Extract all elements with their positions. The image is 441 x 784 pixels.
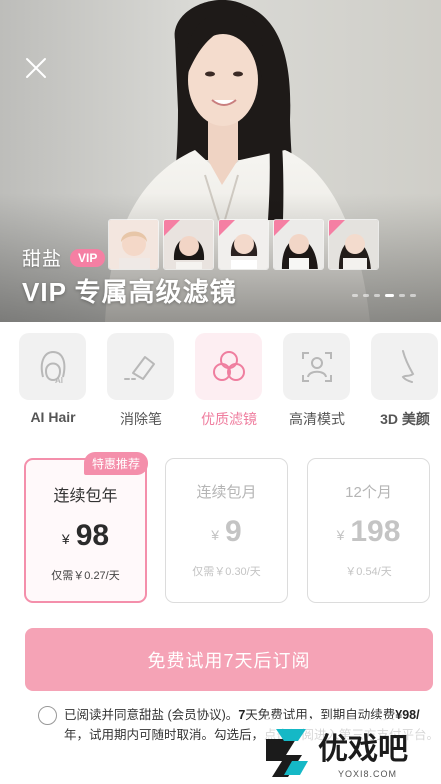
hero-title: VIP 专属高级滤镜: [22, 277, 237, 307]
price-amount: 9: [225, 515, 242, 548]
price-per-day: 仅需￥0.30/天: [192, 566, 261, 578]
subscribe-button[interactable]: 免费试用7天后订阅: [25, 628, 433, 691]
promo-tag: 特惠推荐: [84, 452, 149, 475]
close-icon[interactable]: [22, 54, 50, 82]
currency-symbol: ¥: [61, 531, 70, 547]
filter-thumbnail[interactable]: [328, 219, 379, 270]
svg-text:AI: AI: [55, 376, 63, 385]
currency-symbol: ¥: [336, 527, 345, 543]
plan-card-12-months[interactable]: 12个月 ¥ 198 ￥0.54/天: [307, 458, 430, 603]
feature-label: 3D 美颜: [380, 411, 430, 427]
feature-label: 高清模式: [289, 411, 345, 427]
carousel-indicator: [352, 294, 416, 297]
agreement-part[interactable]: 已阅读并同意甜盐 (会员协议)。: [64, 708, 238, 722]
filter-thumbnail-strip: [108, 219, 379, 270]
eraser-icon: [123, 355, 155, 380]
filter-circles-icon: [212, 350, 245, 381]
price-per-day: 仅需￥0.27/天: [51, 570, 120, 582]
site-watermark-logo: 优戏吧 YOXI8.COM: [262, 719, 441, 784]
carousel-dot: [410, 294, 416, 297]
ai-hair-icon: AI: [40, 350, 65, 385]
filter-thumbnail[interactable]: [163, 219, 214, 270]
filter-thumbnail[interactable]: [273, 219, 324, 270]
agree-radio[interactable]: [38, 706, 57, 725]
carousel-dot: [352, 294, 358, 297]
plan-name: 连续包月: [196, 484, 257, 501]
price-amount: 198: [350, 515, 401, 548]
vip-badge: VIP: [70, 248, 106, 267]
currency-symbol: ¥: [211, 527, 220, 543]
price-per-day: ￥0.54/天: [345, 566, 392, 578]
feature-ai-hair[interactable]: AI AI Hair: [19, 333, 87, 425]
carousel-dot-active: [385, 294, 394, 297]
feature-3d-beauty[interactable]: 3D 美颜: [371, 333, 439, 429]
plan-card-monthly[interactable]: 连续包月 ¥ 9 仅需￥0.30/天: [165, 458, 288, 603]
carousel-dot: [399, 294, 405, 297]
filter-thumbnail[interactable]: [218, 219, 269, 270]
svg-text:优戏吧: 优戏吧: [318, 733, 408, 766]
plan-price: ¥ 198: [308, 511, 429, 553]
feature-hd-mode[interactable]: 高清模式: [283, 333, 351, 429]
price-amount: 98: [75, 519, 110, 552]
plan-price: ¥ 98: [26, 515, 145, 557]
plan-card-yearly[interactable]: 连续包年 ¥ 98 仅需￥0.27/天: [24, 458, 147, 603]
feature-filter[interactable]: 优质滤镜: [195, 333, 263, 429]
plan-price: ¥ 9: [166, 511, 287, 553]
plan-name: 12个月: [345, 484, 392, 501]
feature-eraser[interactable]: 消除笔: [107, 333, 175, 429]
carousel-dot: [374, 294, 380, 297]
feature-label: 优质滤镜: [201, 411, 257, 427]
brand-name: 甜盐: [22, 249, 63, 270]
feature-label: 消除笔: [120, 411, 162, 427]
nose-profile-icon: [401, 349, 414, 383]
hero-banner: 甜盐 VIP VIP 专属高级滤镜: [0, 0, 441, 322]
carousel-dot: [363, 294, 369, 297]
feature-label: AI Hair: [30, 409, 76, 425]
plan-name: 连续包年: [53, 488, 118, 505]
feature-row: AI AI Hair 消除笔 优质滤镜 高清模式 3D 美颜: [19, 333, 441, 433]
svg-text:YOXI8.COM: YOXI8.COM: [338, 769, 397, 779]
hd-face-scan-icon: [301, 351, 332, 382]
filter-thumbnail[interactable]: [108, 219, 159, 270]
brand-row: 甜盐 VIP: [22, 244, 106, 271]
